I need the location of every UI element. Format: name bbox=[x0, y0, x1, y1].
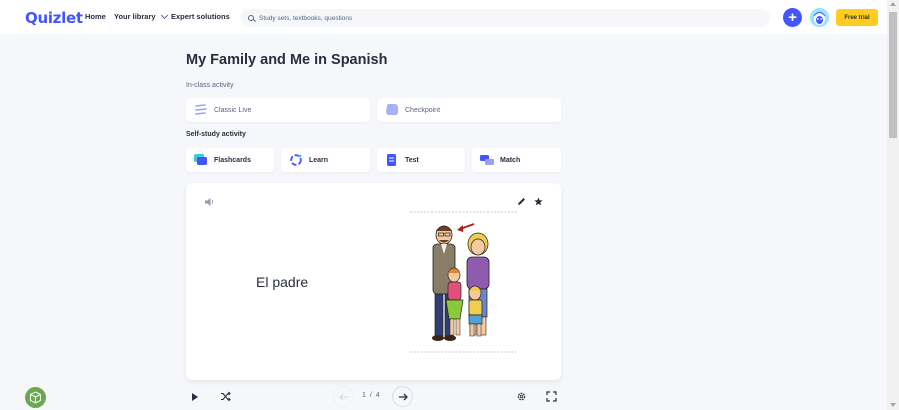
checkpoint-label: Checkpoint bbox=[405, 106, 441, 114]
card-counter: 1 / 4 bbox=[362, 392, 381, 399]
learn-icon bbox=[290, 154, 302, 166]
star-icon[interactable] bbox=[534, 197, 543, 206]
cube-icon bbox=[30, 391, 41, 404]
checkpoint-button[interactable]: Checkpoint bbox=[377, 98, 561, 122]
checkpoint-icon bbox=[386, 104, 398, 116]
learn-button[interactable]: Learn bbox=[281, 148, 370, 172]
test-label: Test bbox=[405, 156, 419, 164]
nav-expert-label: Expert solutions bbox=[171, 12, 230, 21]
arrow-right-icon bbox=[398, 393, 408, 400]
learn-label: Learn bbox=[309, 156, 329, 164]
flashcard[interactable]: El padre bbox=[186, 183, 561, 380]
next-card-button[interactable] bbox=[392, 386, 413, 407]
nav-library-label: Your library bbox=[114, 12, 156, 21]
arrow-left-icon bbox=[338, 393, 348, 400]
flashcards-icon bbox=[194, 154, 207, 165]
test-button[interactable]: Test bbox=[377, 148, 465, 172]
avatar[interactable] bbox=[810, 8, 829, 27]
flashcards-label: Flashcards bbox=[214, 156, 251, 164]
self-study-activity-label: Self-study activity bbox=[186, 131, 246, 138]
classic-live-button[interactable]: Classic Live bbox=[186, 98, 370, 122]
flashcards-button[interactable]: Flashcards bbox=[186, 148, 274, 172]
help-widget-button[interactable] bbox=[25, 387, 46, 408]
match-button[interactable]: Match bbox=[472, 148, 561, 172]
scroll-thumb[interactable] bbox=[889, 12, 897, 138]
search-bar[interactable] bbox=[240, 9, 770, 27]
quizlet-logo[interactable]: Quizlet bbox=[25, 9, 83, 27]
family-illustration bbox=[410, 211, 518, 353]
nav-home-label: Home bbox=[85, 12, 106, 21]
avatar-icon bbox=[810, 8, 829, 27]
search-icon bbox=[248, 15, 254, 21]
match-icon bbox=[480, 155, 494, 165]
fullscreen-icon[interactable] bbox=[546, 391, 557, 402]
classic-live-icon bbox=[195, 104, 207, 115]
speaker-icon[interactable] bbox=[205, 198, 214, 206]
chevron-down-icon bbox=[160, 11, 168, 19]
classic-live-label: Classic Live bbox=[214, 106, 252, 114]
play-icon[interactable] bbox=[192, 393, 198, 401]
pencil-icon[interactable] bbox=[517, 197, 526, 206]
page-scrollbar[interactable] bbox=[887, 0, 899, 410]
nav-library-dropdown[interactable]: Your library bbox=[114, 11, 168, 21]
scroll-up-arrow[interactable] bbox=[890, 2, 896, 6]
nav-home-link[interactable]: Home bbox=[85, 12, 106, 21]
search-input[interactable] bbox=[259, 14, 739, 22]
match-label: Match bbox=[500, 156, 521, 164]
page-title: My Family and Me in Spanish bbox=[186, 52, 388, 68]
scroll-down-arrow[interactable] bbox=[890, 403, 896, 407]
nav-expert-solutions-link[interactable]: Expert solutions bbox=[171, 12, 230, 21]
create-plus-button[interactable]: + bbox=[783, 8, 802, 27]
top-navigation: Quizlet Home Your library Expert solutio… bbox=[0, 0, 887, 34]
previous-card-button[interactable] bbox=[333, 386, 354, 407]
gear-icon[interactable] bbox=[516, 391, 527, 402]
test-icon bbox=[387, 154, 396, 166]
shuffle-icon[interactable] bbox=[220, 391, 231, 402]
in-class-activity-label: In-class activity bbox=[186, 82, 234, 89]
flashcard-term: El padre bbox=[256, 274, 309, 290]
free-trial-button[interactable]: Free trial bbox=[836, 9, 878, 26]
